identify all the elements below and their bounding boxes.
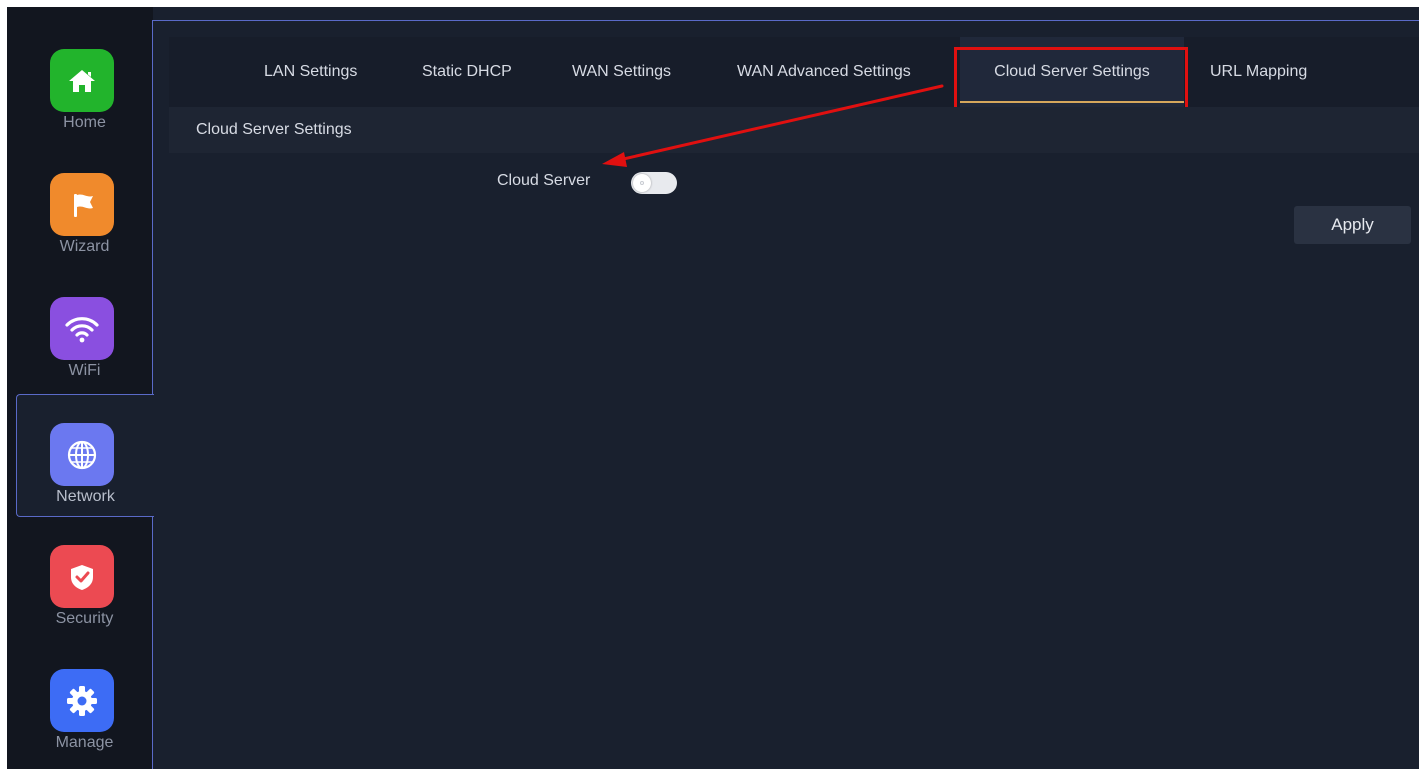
tab-label: Cloud Server Settings (994, 63, 1150, 80)
router-admin-window: Home Wizard WiFi Network Security Manage… (7, 7, 1419, 769)
sidebar-item-manage[interactable]: Manage (16, 640, 153, 763)
tab-wan-advanced-settings[interactable]: WAN Advanced Settings (737, 37, 911, 107)
sidebar-item-label: Network (56, 488, 115, 505)
active-tab-indicator (960, 101, 1184, 103)
toggle-knob (633, 174, 651, 192)
tab-url-mapping[interactable]: URL Mapping (1210, 37, 1307, 107)
sidebar-item-wifi[interactable]: WiFi (16, 268, 153, 391)
sidebar-item-network[interactable]: Network (16, 394, 154, 517)
wifi-icon (50, 297, 114, 360)
sidebar-item-label: Manage (55, 734, 114, 751)
divider (152, 20, 1419, 21)
sidebar-item-label: Security (55, 610, 114, 627)
section-header: Cloud Server Settings (169, 107, 1419, 153)
gear-icon (50, 669, 114, 732)
cloud-server-toggle[interactable] (631, 172, 677, 194)
home-icon (50, 49, 114, 112)
sidebar: Home Wizard WiFi Network Security Manage (7, 7, 154, 769)
sidebar-item-wizard[interactable]: Wizard (16, 144, 153, 267)
tab-bar: LAN Settings Static DHCP WAN Settings WA… (169, 37, 1419, 107)
tab-static-dhcp[interactable]: Static DHCP (422, 37, 512, 107)
sidebar-item-home[interactable]: Home (16, 20, 153, 143)
divider (152, 516, 153, 769)
tab-cloud-server-settings[interactable]: Cloud Server Settings (960, 37, 1184, 107)
section-title: Cloud Server Settings (196, 121, 352, 138)
cloud-server-label: Cloud Server (497, 172, 591, 189)
tab-lan-settings[interactable]: LAN Settings (264, 37, 357, 107)
flag-icon (50, 173, 114, 236)
sidebar-item-label: WiFi (68, 362, 101, 379)
divider (152, 20, 153, 394)
sidebar-item-label: Wizard (59, 238, 110, 255)
sidebar-item-label: Home (63, 114, 106, 131)
sidebar-item-security[interactable]: Security (16, 516, 153, 639)
toggle-dot (640, 181, 644, 185)
apply-button[interactable]: Apply (1294, 206, 1411, 244)
shield-icon (50, 545, 114, 608)
globe-icon (50, 423, 114, 486)
tab-wan-settings[interactable]: WAN Settings (572, 37, 671, 107)
